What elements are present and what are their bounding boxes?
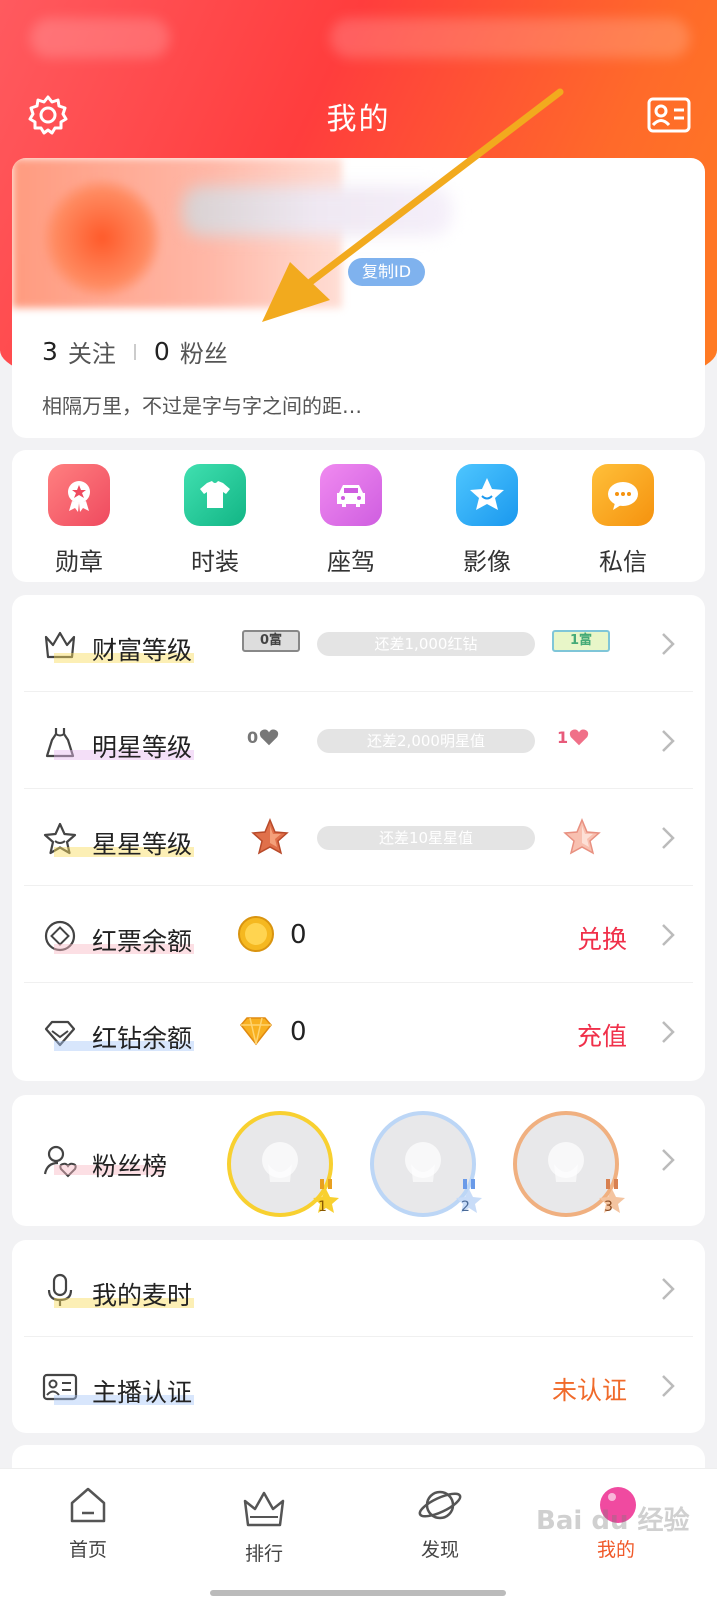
exchange-button[interactable]: 兑换 xyxy=(577,920,627,956)
car-icon xyxy=(320,464,382,526)
avatar[interactable] xyxy=(42,178,162,298)
tab-label: 我的 xyxy=(596,1539,635,1561)
gold-diamond-icon xyxy=(240,1017,272,1046)
follow-stats: 3 关注 0 粉丝 xyxy=(42,334,228,369)
home-icon xyxy=(70,1487,106,1523)
default-avatar-icon xyxy=(262,1142,298,1182)
crown-icon xyxy=(243,1491,285,1527)
tab-home[interactable]: 首页 xyxy=(28,1483,148,1562)
star-next-badge: 1 xyxy=(557,726,590,748)
levels-card: 财富等级 0富 还差1,000红钻 1富 明星等级 0 还差2,000明星值 1… xyxy=(12,595,705,1081)
planet-icon xyxy=(418,1490,462,1520)
id-card-icon[interactable] xyxy=(647,96,691,136)
anchor-cert-row[interactable]: 主播认证 未认证 xyxy=(12,1337,705,1434)
following-label[interactable]: 关注 xyxy=(68,334,116,369)
wealth-level-row[interactable]: 财富等级 0富 还差1,000红钻 1富 xyxy=(12,595,705,692)
shortcuts-card: 勋章 时装 座驾 影像 私信 xyxy=(12,450,705,582)
default-avatar-icon xyxy=(548,1142,584,1182)
stars-progress-bar: 还差10星星值 xyxy=(317,826,535,850)
copy-id-button[interactable]: 复制ID xyxy=(348,258,426,286)
chevron-right-icon xyxy=(662,827,675,849)
star-icon xyxy=(456,464,518,526)
recharge-button[interactable]: 充值 xyxy=(577,1017,627,1053)
tab-ranking[interactable]: 排行 xyxy=(204,1487,324,1566)
fans-board-card[interactable]: 粉丝榜 1 2 3 xyxy=(12,1095,705,1226)
star-level-label: 明星等级 xyxy=(92,733,193,762)
medal-icon xyxy=(48,464,110,526)
chevron-right-icon xyxy=(662,730,675,752)
star-current-level: 0 xyxy=(247,727,259,747)
gray-heart-icon xyxy=(259,729,279,746)
home-indicator xyxy=(210,1590,506,1596)
tab-label: 首页 xyxy=(68,1539,107,1561)
red-ticket-row[interactable]: 红票余额 0 兑换 xyxy=(12,886,705,983)
wealth-level-label: 财富等级 xyxy=(92,636,193,665)
red-ticket-label: 红票余额 xyxy=(92,927,193,956)
status-bar-blur xyxy=(30,18,170,58)
watermark: Bai du 经验 xyxy=(536,1506,690,1536)
shortcut-label: 座驾 xyxy=(327,548,375,576)
star-next-level: 1 xyxy=(557,727,569,747)
page-title: 我的 xyxy=(326,102,391,137)
misc-card: 我的麦时 主播认证 未认证 xyxy=(12,1240,705,1433)
shortcut-label: 影像 xyxy=(463,548,511,576)
stats-divider xyxy=(133,343,136,360)
chevron-right-icon xyxy=(662,924,675,946)
shortcut-label: 勋章 xyxy=(55,548,103,576)
red-diamond-row[interactable]: 红钻余额 0 充值 xyxy=(12,983,705,1080)
chevron-right-icon xyxy=(662,1021,675,1043)
red-ticket-amount: 0 xyxy=(290,920,307,950)
chevron-right-icon xyxy=(662,1375,675,1397)
wealth-progress-bar: 还差1,000红钻 xyxy=(317,632,535,656)
fans-count[interactable]: 0 xyxy=(154,337,170,366)
shortcut-message[interactable]: 私信 xyxy=(573,464,673,577)
tab-label: 排行 xyxy=(244,1543,283,1565)
star-level-row[interactable]: 明星等级 0 还差2,000明星值 1 xyxy=(12,692,705,789)
wealth-current-badge: 0富 xyxy=(242,630,300,652)
default-avatar-icon xyxy=(405,1142,441,1182)
rank-2-number: 2 xyxy=(461,1199,470,1215)
bronze-star-icon xyxy=(251,818,289,855)
mic-time-row[interactable]: 我的麦时 xyxy=(12,1240,705,1337)
following-count[interactable]: 3 xyxy=(42,337,58,366)
tab-label: 发现 xyxy=(420,1539,459,1561)
stars-level-row[interactable]: 星星等级 还差10星星值 xyxy=(12,789,705,886)
pink-star-icon xyxy=(563,818,601,855)
red-diamond-amount: 0 xyxy=(290,1017,307,1047)
shortcut-car[interactable]: 座驾 xyxy=(301,464,401,577)
shortcut-fashion[interactable]: 时装 xyxy=(165,464,265,577)
status-bar-blur xyxy=(330,18,690,58)
fans-label[interactable]: 粉丝 xyxy=(180,334,228,369)
gold-coin-icon xyxy=(238,916,274,952)
pink-heart-icon xyxy=(569,729,589,746)
mic-time-label: 我的麦时 xyxy=(92,1281,193,1310)
shortcut-video[interactable]: 影像 xyxy=(437,464,537,577)
star-progress-bar: 还差2,000明星值 xyxy=(317,729,535,753)
chevron-right-icon xyxy=(662,1278,675,1300)
rank-3-number: 3 xyxy=(604,1199,613,1215)
chevron-right-icon xyxy=(662,633,675,655)
tab-discover[interactable]: 发现 xyxy=(380,1483,500,1562)
profile-card[interactable]: 复制ID 3 关注 0 粉丝 相隔万里，不过是字与字之间的距… xyxy=(12,158,705,438)
chevron-right-icon xyxy=(662,1149,675,1171)
username-blur xyxy=(182,186,452,236)
profile-bio: 相隔万里，不过是字与字之间的距… xyxy=(42,394,362,418)
shortcut-label: 私信 xyxy=(599,548,647,576)
star-current-badge: 0 xyxy=(247,726,280,748)
top-bar: 我的 xyxy=(0,88,717,144)
stars-level-label: 星星等级 xyxy=(92,830,193,859)
red-diamond-label: 红钻余额 xyxy=(92,1024,193,1053)
shortcut-label: 时装 xyxy=(191,548,239,576)
chat-icon xyxy=(592,464,654,526)
anchor-cert-status: 未认证 xyxy=(551,1376,627,1405)
anchor-cert-label: 主播认证 xyxy=(92,1378,193,1407)
fans-board-label: 粉丝榜 xyxy=(92,1152,168,1181)
rank-1-number: 1 xyxy=(318,1199,327,1215)
shortcut-medal[interactable]: 勋章 xyxy=(29,464,129,577)
wealth-next-badge: 1富 xyxy=(552,630,610,652)
shirt-icon xyxy=(184,464,246,526)
